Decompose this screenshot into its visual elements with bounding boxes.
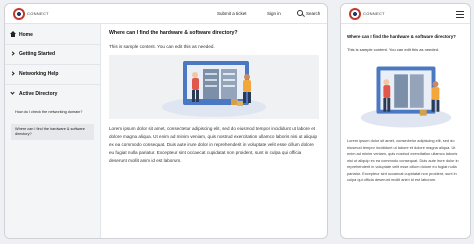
chevron-right-icon (10, 51, 15, 56)
sidebar-item-label: Networking Help (19, 71, 59, 77)
chevron-right-icon (10, 71, 15, 76)
connect-logo-icon[interactable] (13, 8, 25, 20)
sidebar-item-active-directory[interactable]: Active Directory (5, 85, 100, 103)
article-title: Where can I find the hardware & software… (109, 30, 238, 36)
server-room-illustration (162, 61, 266, 117)
article-subtitle: This is sample content. You can edit thi… (109, 44, 215, 49)
sidebar-subitem-check-domain[interactable]: How do I check the networking domain? (11, 110, 94, 115)
hamburger-menu-icon[interactable] (456, 17, 464, 18)
hamburger-menu-icon[interactable] (456, 11, 464, 12)
article: Where can I find the hardware & software… (347, 34, 464, 184)
header: CONNECT Submit a ticket Sign in Search (5, 4, 327, 24)
hamburger-menu-icon[interactable] (456, 14, 464, 15)
article-body: Lorem ipsum dolor sit amet, consectetur … (347, 138, 459, 182)
desktop-preview: CONNECT Submit a ticket Sign in Search H… (4, 3, 328, 239)
home-icon (10, 31, 16, 37)
brand-name: CONNECT (27, 11, 49, 16)
article: Where can I find the hardware & software… (109, 30, 319, 165)
hero-illustration (109, 55, 319, 119)
sidebar-item-home[interactable]: Home (5, 26, 100, 44)
sidebar-subitem-hardware-directory[interactable]: Where can I find the hardware & software… (11, 124, 94, 140)
sidebar-item-networking-help[interactable]: Networking Help (5, 65, 100, 83)
submit-ticket-link[interactable]: Submit a ticket (217, 11, 247, 16)
sidebar-item-label: Active Directory (19, 91, 58, 97)
sign-in-link[interactable]: Sign in (267, 11, 281, 16)
connect-logo-icon[interactable] (349, 8, 361, 20)
article-title: Where can I find the hardware & software… (347, 34, 456, 39)
sidebar: Home Getting Started Networking Help Act… (5, 24, 101, 238)
search-icon[interactable] (297, 10, 303, 16)
mobile-preview: CONNECT Where can I find the hardware & … (340, 3, 471, 239)
article-body: Lorem ipsum dolor sit amet, consectetur … (109, 126, 318, 163)
search-link[interactable]: Search (306, 11, 320, 16)
article-subtitle: This is sample content. You can edit thi… (347, 47, 440, 52)
sidebar-item-getting-started[interactable]: Getting Started (5, 45, 100, 63)
brand-name: CONNECT (363, 11, 385, 16)
sidebar-item-label: Home (19, 32, 33, 38)
hero-illustration (347, 58, 464, 132)
chevron-down-icon (10, 90, 15, 95)
sidebar-item-label: Getting Started (19, 51, 56, 57)
server-room-illustration (360, 66, 452, 128)
header: CONNECT (341, 4, 470, 24)
